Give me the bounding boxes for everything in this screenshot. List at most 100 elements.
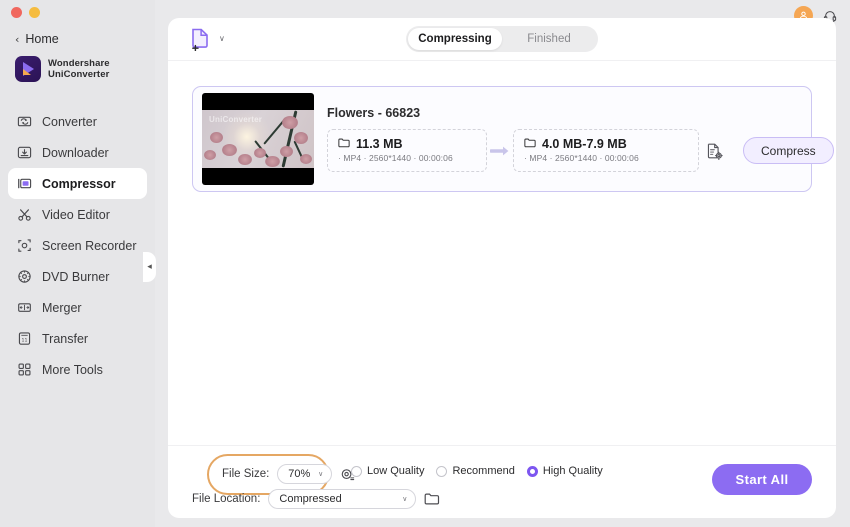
- sidebar-nav: Converter Downloader Compressor Video Ed…: [8, 106, 147, 385]
- main-panel: ∨ Compressing Finished UniConverter Flow…: [168, 18, 836, 518]
- sidebar-item-label: Merger: [42, 300, 82, 315]
- file-location-row: File Location: Compressed ∨: [192, 489, 440, 509]
- decor-blossom: [222, 144, 237, 156]
- output-size-row: 4.0 MB-7.9 MB: [524, 137, 688, 151]
- start-all-button[interactable]: Start All: [712, 464, 812, 495]
- folder-icon[interactable]: [424, 492, 440, 506]
- transfer-icon: 11: [16, 331, 32, 347]
- sidebar-item-merger[interactable]: Merger: [8, 292, 147, 323]
- sidebar-item-label: Downloader: [42, 145, 109, 160]
- add-file-icon: [190, 27, 212, 52]
- file-card-body: Flowers - 66823 11.3 MB · MP4 · 2560*144…: [314, 93, 834, 185]
- output-size-value: 4.0 MB-7.9 MB: [542, 137, 627, 151]
- back-to-home-link[interactable]: ‹ Home: [15, 32, 59, 46]
- quality-option-low[interactable]: Low Quality: [351, 465, 424, 477]
- sidebar-item-converter[interactable]: Converter: [8, 106, 147, 137]
- output-info-box: 4.0 MB-7.9 MB · MP4 · 2560*1440 · 00:00:…: [513, 129, 699, 172]
- compress-button[interactable]: Compress: [743, 137, 834, 164]
- sidebar-item-label: Compressor: [42, 176, 116, 191]
- file-size-row: File Size: 70% ∨: [222, 464, 355, 484]
- file-location-value: Compressed: [279, 493, 342, 505]
- tab-finished[interactable]: Finished: [502, 28, 596, 50]
- file-settings-icon[interactable]: [699, 142, 729, 160]
- source-info-box: 11.3 MB · MP4 · 2560*1440 · 00:00:06: [327, 129, 487, 172]
- source-size-value: 11.3 MB: [356, 137, 403, 151]
- panel-toolbar: ∨ Compressing Finished: [168, 18, 836, 61]
- decor-blossom: [238, 154, 252, 165]
- chevron-down-icon: ∨: [402, 495, 408, 503]
- sidebar-item-more-tools[interactable]: More Tools: [8, 354, 147, 385]
- brand-logo-block: Wondershare UniConverter: [15, 56, 110, 82]
- wondershare-logo-icon: [15, 56, 41, 82]
- thumbnail-image: UniConverter: [202, 110, 314, 168]
- quality-label: Low Quality: [367, 465, 425, 477]
- decor-blossom: [280, 146, 293, 157]
- sidebar-item-label: Transfer: [42, 331, 89, 346]
- file-size-label: File Size:: [222, 468, 270, 480]
- compressor-icon: [16, 176, 32, 192]
- sidebar-item-label: Converter: [42, 114, 97, 129]
- sidebar-item-video-editor[interactable]: Video Editor: [8, 199, 147, 230]
- disc-icon: [16, 269, 32, 285]
- sidebar-item-dvd-burner[interactable]: DVD Burner: [8, 261, 147, 292]
- panel-footer: File Size: 70% ∨ File Location: Compress…: [168, 445, 836, 518]
- minimize-window-button[interactable]: [29, 7, 40, 18]
- video-thumbnail: UniConverter: [202, 93, 314, 185]
- folder-icon: [524, 137, 536, 151]
- tab-compressing[interactable]: Compressing: [408, 28, 502, 50]
- status-tabs: Compressing Finished: [406, 26, 598, 52]
- source-size-row: 11.3 MB: [338, 137, 476, 151]
- sidebar-item-transfer[interactable]: 11 Transfer: [8, 323, 147, 354]
- scissors-icon: [16, 207, 32, 223]
- grid-icon: [16, 362, 32, 378]
- brand-line-2: UniConverter: [48, 69, 110, 80]
- window-controls: [11, 7, 40, 18]
- decor-blossom: [282, 116, 298, 129]
- file-size-select[interactable]: 70% ∨: [277, 464, 333, 484]
- quality-radio-group: Low Quality Recommend High Quality: [351, 465, 603, 477]
- sidebar-item-label: Screen Recorder: [42, 238, 137, 253]
- svg-text:11: 11: [21, 338, 27, 344]
- quality-option-high[interactable]: High Quality: [526, 465, 603, 477]
- sidebar-item-screen-recorder[interactable]: Screen Recorder: [8, 230, 147, 261]
- sidebar-item-compressor[interactable]: Compressor: [8, 168, 147, 199]
- close-window-button[interactable]: [11, 7, 22, 18]
- file-location-label: File Location:: [192, 493, 261, 505]
- sidebar-item-label: More Tools: [42, 362, 103, 377]
- file-io-row: 11.3 MB · MP4 · 2560*1440 · 00:00:06 4.0…: [327, 129, 834, 172]
- downloader-icon: [16, 145, 32, 161]
- chevron-left-icon: ◂: [147, 261, 152, 272]
- decor-blossom: [204, 150, 216, 160]
- decor-blossom: [210, 132, 223, 143]
- file-location-select[interactable]: Compressed ∨: [268, 489, 417, 509]
- sidebar-item-label: DVD Burner: [42, 269, 110, 284]
- app-window: ‹ Home Wondershare UniConverter Converte: [0, 0, 850, 527]
- radio-indicator: [351, 465, 362, 477]
- chevron-down-icon: ∨: [219, 34, 225, 43]
- radio-indicator: [436, 465, 448, 477]
- watermark-label: UniConverter: [209, 115, 263, 124]
- decor-blossom: [294, 132, 308, 144]
- chevron-left-icon: ‹: [15, 32, 20, 46]
- file-title: Flowers - 66823: [327, 106, 421, 120]
- sidebar-item-label: Video Editor: [42, 207, 110, 222]
- decor-blossom: [254, 148, 266, 158]
- sidebar-collapse-button[interactable]: ◂: [143, 252, 156, 282]
- converter-icon: [16, 114, 32, 130]
- merge-icon: [16, 300, 32, 316]
- decor-blossom: [265, 156, 280, 167]
- screen-recorder-icon: [16, 238, 32, 254]
- file-size-value: 70%: [288, 468, 311, 480]
- file-card[interactable]: UniConverter Flowers - 66823 11.3 MB · M…: [192, 86, 834, 192]
- quality-option-recommend[interactable]: Recommend: [436, 465, 515, 477]
- chevron-down-icon: ∨: [318, 470, 324, 478]
- add-files-button[interactable]: ∨: [190, 27, 225, 52]
- radio-indicator: [526, 465, 538, 477]
- decor-blossom: [300, 154, 312, 164]
- arrow-right-icon: [487, 145, 513, 157]
- source-meta: · MP4 · 2560*1440 · 00:00:06: [338, 153, 453, 163]
- sidebar: ‹ Home Wondershare UniConverter Converte: [0, 0, 156, 527]
- output-meta: · MP4 · 2560*1440 · 00:00:06: [524, 153, 639, 163]
- sidebar-item-downloader[interactable]: Downloader: [8, 137, 147, 168]
- quality-label: High Quality: [542, 465, 603, 477]
